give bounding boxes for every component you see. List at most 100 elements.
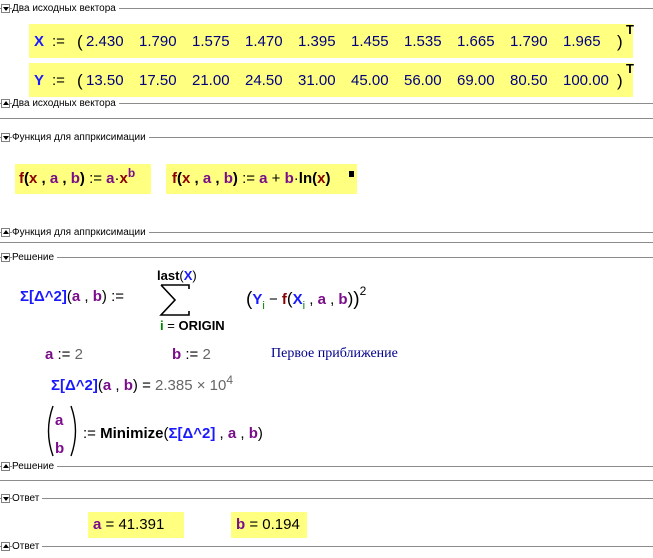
assign-operator: :=	[111, 288, 125, 305]
a-initial[interactable]: a := 2	[45, 346, 83, 363]
region-separator	[0, 118, 653, 119]
sum-evaluation[interactable]: Σ[Δ^2](a , b) = 2.385 × 104	[51, 373, 233, 394]
region-header-answer: Ответ	[0, 492, 653, 506]
sigma-name: Σ[Δ^2]	[20, 288, 67, 305]
x-value: 1.395	[298, 33, 336, 50]
region-label: Ответ	[12, 540, 43, 553]
x-value: 1.470	[245, 33, 283, 50]
result-mantissa: 2.385	[155, 377, 193, 394]
minimize-function: Minimize	[100, 425, 164, 442]
y-value: 24.50	[245, 72, 283, 89]
y-variable: Y	[252, 291, 263, 308]
term-b: b	[284, 170, 294, 187]
result-b: b	[55, 440, 65, 457]
region-label: Решение	[12, 460, 58, 473]
first-approx-note[interactable]: Первое приближение	[271, 346, 398, 362]
param-b: b	[338, 291, 348, 308]
index-i: i	[302, 300, 306, 312]
var-b: b	[236, 516, 246, 533]
expand-toggle-icon[interactable]	[1, 99, 10, 108]
param-a: a	[227, 425, 237, 442]
base-x: x	[119, 170, 128, 187]
collapse-toggle-icon[interactable]	[1, 494, 10, 503]
region-label: Два исходных вектора	[12, 2, 119, 15]
y-value: 80.50	[510, 72, 548, 89]
result-exponent: 4	[226, 373, 234, 387]
square-exponent: 2	[359, 284, 367, 298]
param-a: a	[317, 291, 326, 308]
x-value: 1.535	[404, 33, 442, 50]
sum-function-lhs[interactable]: Σ[Δ^2](a , b) :=	[20, 288, 124, 305]
result-base: 10	[209, 377, 227, 394]
coef-a: a	[106, 170, 115, 187]
param-b: b	[70, 170, 80, 187]
power-function-definition[interactable]: f(x , a , b) := a·xb	[19, 166, 135, 187]
y-value: 17.50	[139, 72, 177, 89]
log-function-definition[interactable]: f(x , a , b) := a + b·ln(x)	[172, 170, 330, 187]
x-value: 1.665	[457, 33, 495, 50]
b-value: 0.194	[262, 516, 300, 533]
region-separator	[0, 242, 653, 243]
param-b: b	[92, 288, 102, 305]
region-label: Функция для аппркисимации	[12, 131, 149, 144]
param-b: b	[248, 425, 258, 442]
param-a: a	[202, 170, 212, 187]
param-a: a	[49, 170, 59, 187]
cursor-marker	[349, 171, 354, 177]
expand-toggle-icon[interactable]	[1, 462, 10, 471]
collapse-toggle-icon[interactable]	[1, 253, 10, 262]
x-variable: X	[292, 291, 303, 308]
index-i: i	[262, 300, 265, 312]
assign-operator: :=	[83, 425, 96, 442]
y-value: 69.00	[457, 72, 495, 89]
y-value: 56.00	[404, 72, 442, 89]
transpose-marker: T	[626, 22, 634, 37]
b-init-value: 2	[202, 346, 211, 363]
param-b: b	[223, 170, 233, 187]
region-header-functions: Функция для аппркисимации	[0, 131, 653, 145]
sigma-name: Σ[Δ^2]	[51, 377, 98, 394]
x-value: 1.790	[139, 33, 177, 50]
x-value: 1.790	[510, 33, 548, 50]
region-label: Два исходных вектора	[12, 97, 119, 110]
assign-operator: :=	[242, 170, 255, 187]
region-footer-answer: Ответ	[0, 540, 653, 554]
transpose-marker: T	[626, 61, 634, 76]
close-paren: )	[617, 71, 623, 90]
region-footer-solution: Решение	[0, 460, 653, 474]
region-separator	[0, 480, 653, 481]
assign-operator: :=	[52, 33, 65, 50]
region-label: Ответ	[12, 492, 43, 505]
minimize-expression[interactable]: := Minimize(Σ[Δ^2] , a , b)	[83, 425, 263, 442]
y-value: 45.00	[351, 72, 389, 89]
y-value: 13.50	[86, 72, 124, 89]
collapse-toggle-icon[interactable]	[1, 4, 10, 13]
answer-a[interactable]: a = 41.391	[93, 516, 164, 533]
term-a: a	[259, 170, 268, 187]
open-paren: (	[77, 32, 83, 51]
expand-toggle-icon[interactable]	[1, 542, 10, 551]
region-rule	[0, 546, 653, 547]
assign-operator: :=	[89, 170, 102, 187]
b-initial[interactable]: b := 2	[172, 346, 211, 363]
a-init-value: 2	[74, 346, 83, 363]
expand-toggle-icon[interactable]	[1, 228, 10, 237]
summation-icon	[157, 282, 193, 318]
sum-lower-limit: i = ORIGIN	[160, 318, 225, 333]
answer-b[interactable]: b = 0.194	[236, 516, 300, 533]
sum-body: (Yi − f(Xi , a , b))2	[246, 284, 367, 312]
close-paren: )	[617, 32, 623, 51]
region-footer-vectors: Два исходных вектора	[0, 97, 653, 111]
collapse-toggle-icon[interactable]	[1, 133, 10, 142]
last-function: last	[157, 268, 180, 283]
y-value: 31.00	[298, 72, 336, 89]
assign-operator: :=	[185, 346, 199, 363]
x-value: 1.455	[351, 33, 389, 50]
assign-operator: :=	[52, 72, 65, 89]
region-rule	[0, 466, 653, 467]
y-value: 100.00	[563, 72, 609, 89]
var-b: b	[172, 346, 182, 363]
exponent-b: b	[127, 166, 136, 180]
result-a: a	[55, 412, 64, 429]
a-value: 41.391	[118, 516, 165, 533]
